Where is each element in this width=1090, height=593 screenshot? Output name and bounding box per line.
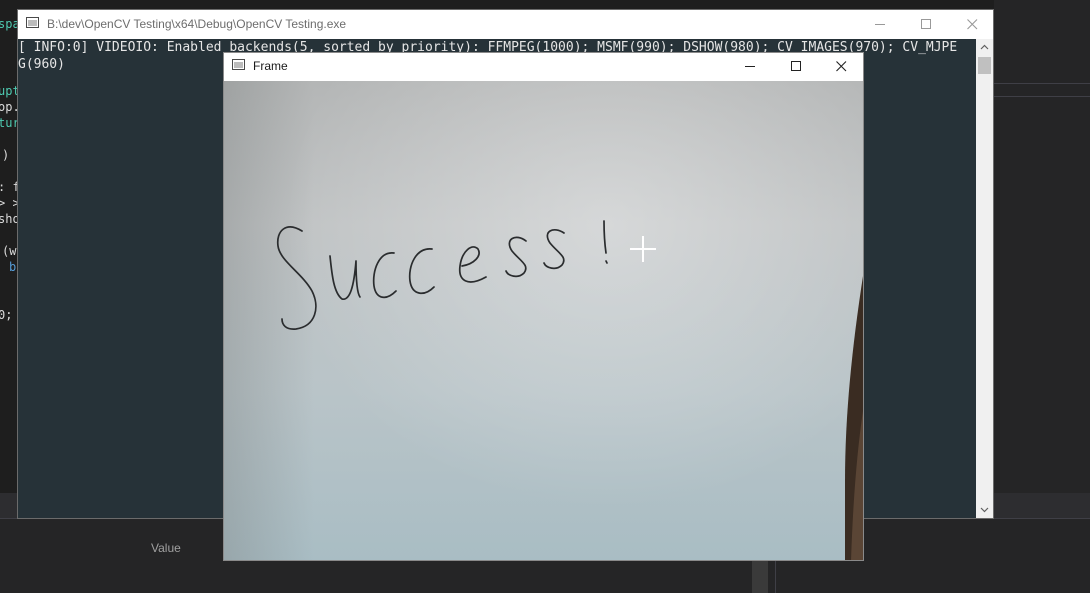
code-fragment: (w	[2, 244, 17, 258]
window-app-icon	[232, 59, 245, 70]
maximize-button[interactable]	[773, 53, 819, 81]
minimize-icon	[875, 24, 885, 25]
crosshair-cursor-icon	[630, 236, 656, 262]
divider	[994, 83, 1090, 84]
console-titlebar[interactable]: B:\dev\OpenCV Testing\x64\Debug\OpenCV T…	[18, 10, 993, 39]
code-fragment: : f	[0, 180, 17, 194]
code-fragment: b	[9, 260, 17, 274]
code-fragment: )	[2, 148, 10, 162]
maximize-icon	[791, 61, 801, 71]
code-fragment: spa	[0, 17, 17, 31]
code-fragment: sho	[0, 212, 17, 226]
code-fragment: > >	[0, 196, 17, 210]
ide-code-editor-background: spa upt op. tur ) : f > > sho (w b 0;	[0, 0, 17, 493]
minimize-button[interactable]	[857, 10, 903, 39]
code-fragment: 0;	[0, 308, 13, 322]
camera-feed-image[interactable]	[224, 81, 863, 560]
minimize-icon	[745, 66, 755, 67]
chevron-down-icon	[980, 507, 989, 513]
scroll-down-button[interactable]	[976, 501, 993, 518]
code-fragment: tur	[0, 116, 17, 130]
handwritten-success-text	[276, 220, 608, 330]
frame-titlebar[interactable]: Frame	[224, 53, 863, 81]
ide-right-panel	[994, 0, 1090, 493]
maximize-icon	[921, 19, 931, 29]
frame-window: Frame	[223, 52, 864, 561]
close-icon	[967, 19, 978, 30]
divider	[994, 96, 1090, 97]
close-icon	[836, 61, 847, 72]
maximize-button[interactable]	[903, 10, 949, 39]
panel-scrollbar[interactable]	[752, 558, 768, 593]
chevron-up-icon	[980, 44, 989, 50]
value-column-header[interactable]: Value	[151, 541, 181, 555]
code-fragment: upt	[0, 84, 17, 98]
code-fragment: op.	[0, 100, 17, 114]
minimize-button[interactable]	[727, 53, 773, 81]
close-button[interactable]	[818, 53, 864, 81]
window-app-icon	[26, 17, 39, 28]
console-scrollbar[interactable]	[976, 39, 993, 518]
frame-window-title: Frame	[253, 59, 288, 73]
scroll-thumb[interactable]	[978, 57, 991, 74]
scroll-up-button[interactable]	[976, 39, 993, 56]
paper-edge	[845, 276, 863, 560]
console-window-title: B:\dev\OpenCV Testing\x64\Debug\OpenCV T…	[47, 17, 347, 31]
close-button[interactable]	[949, 10, 995, 39]
